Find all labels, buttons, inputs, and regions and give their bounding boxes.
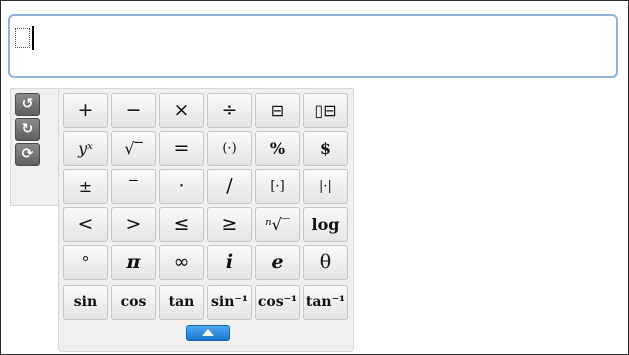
key-brackets[interactable]: [·]: [255, 169, 300, 204]
key-overline[interactable]: ‾: [111, 169, 156, 204]
redo-button[interactable]: ↻: [15, 118, 40, 141]
key-arcsin[interactable]: sin⁻¹: [207, 285, 252, 320]
undo-icon: ↺: [21, 96, 34, 112]
key-euler[interactable]: e: [255, 245, 300, 280]
key-mixed-fraction[interactable]: ▯⊟: [303, 93, 348, 128]
math-input-field[interactable]: [8, 14, 618, 78]
history-toolbar: ↺ ↻ ⟳: [10, 88, 60, 206]
key-times[interactable]: ×: [159, 93, 204, 128]
math-keypad: + − × ÷ ⊟ ▯⊟ yˣ √‾ = (·) % $ ± ‾ · ∕ [·]…: [58, 88, 354, 352]
key-plus-minus[interactable]: ±: [63, 169, 108, 204]
key-parentheses[interactable]: (·): [207, 131, 252, 166]
empty-placeholder-box: [15, 28, 30, 48]
key-divide[interactable]: ÷: [207, 93, 252, 128]
key-degree[interactable]: °: [63, 245, 108, 280]
key-greater-equal[interactable]: ≥: [207, 207, 252, 242]
key-absolute-value[interactable]: |·|: [303, 169, 348, 204]
key-log[interactable]: log: [303, 207, 348, 242]
key-nth-root[interactable]: ⁿ√‾: [255, 207, 300, 242]
key-greater-than[interactable]: >: [111, 207, 156, 242]
key-sin[interactable]: sin: [63, 285, 108, 320]
key-percent[interactable]: %: [255, 131, 300, 166]
key-slash[interactable]: ∕: [207, 169, 252, 204]
collapse-keypad-button[interactable]: [186, 325, 230, 341]
key-pi[interactable]: π: [111, 245, 156, 280]
key-infinity[interactable]: ∞: [159, 245, 204, 280]
key-theta[interactable]: θ: [303, 245, 348, 280]
key-dot[interactable]: ·: [159, 169, 204, 204]
key-dollar[interactable]: $: [303, 131, 348, 166]
key-cos[interactable]: cos: [111, 285, 156, 320]
refresh-button[interactable]: ⟳: [15, 143, 40, 166]
key-less-than[interactable]: <: [63, 207, 108, 242]
key-imaginary[interactable]: i: [207, 245, 252, 280]
key-arctan[interactable]: tan⁻¹: [303, 285, 348, 320]
key-fraction[interactable]: ⊟: [255, 93, 300, 128]
key-equals[interactable]: =: [159, 131, 204, 166]
triangle-up-icon: [202, 329, 214, 336]
key-plus[interactable]: +: [63, 93, 108, 128]
text-caret: [32, 26, 34, 50]
key-arccos[interactable]: cos⁻¹: [255, 285, 300, 320]
undo-button[interactable]: ↺: [15, 93, 40, 116]
key-square-root[interactable]: √‾: [111, 131, 156, 166]
key-power[interactable]: yˣ: [63, 131, 108, 166]
key-less-equal[interactable]: ≤: [159, 207, 204, 242]
refresh-icon: ⟳: [21, 146, 34, 162]
key-minus[interactable]: −: [111, 93, 156, 128]
redo-icon: ↻: [21, 121, 34, 137]
key-tan[interactable]: tan: [159, 285, 204, 320]
